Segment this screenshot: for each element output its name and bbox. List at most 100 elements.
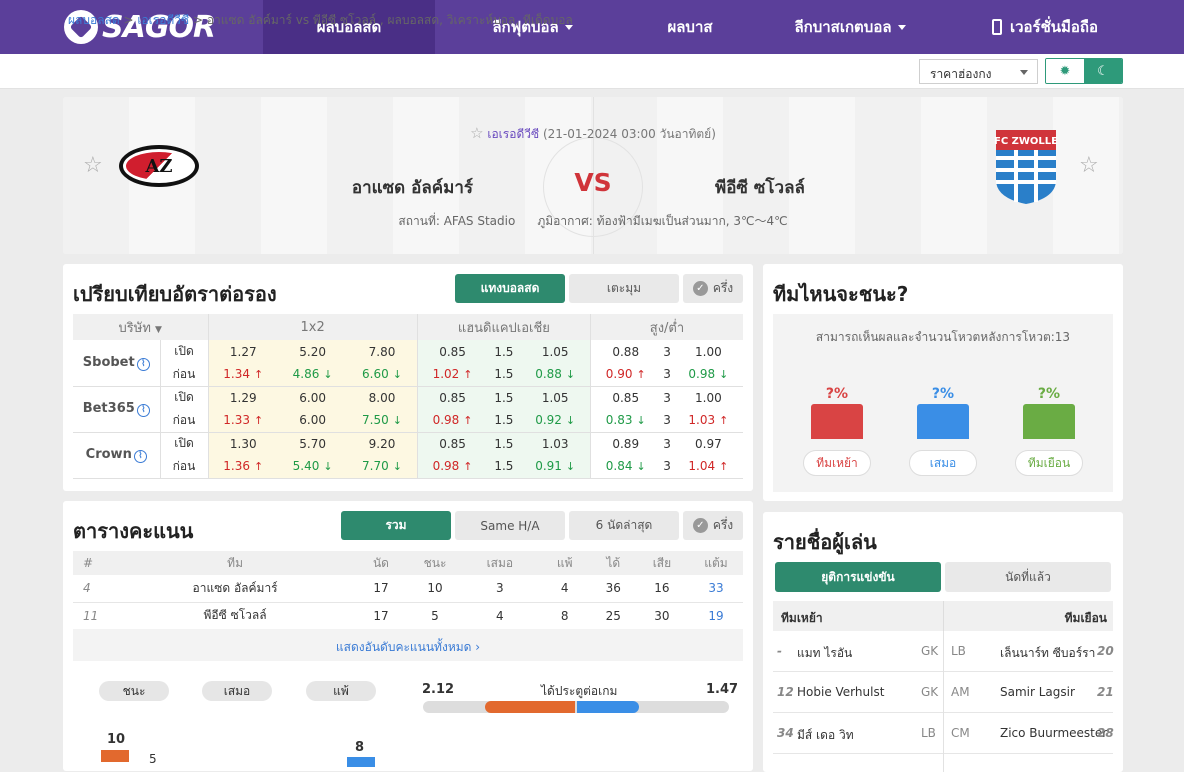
standings-cell: 30 (634, 602, 689, 630)
odds-cell[interactable]: 0.92 ↓ (520, 409, 591, 433)
odds-cell[interactable]: 1.30 (208, 432, 279, 455)
away-team-name[interactable]: พีอีซี ซโวลล์ (715, 174, 915, 201)
odds-cell[interactable]: 1.29 (208, 386, 279, 409)
odds-cell[interactable]: 1.27 (208, 340, 279, 363)
odds-cell[interactable]: 3 (661, 340, 674, 363)
sun-icon[interactable]: ✹ (1046, 59, 1084, 83)
trend-icon[interactable]: ⌇ (133, 450, 147, 463)
trend-icon[interactable]: ⌇ (136, 404, 150, 417)
odds-cell[interactable]: 7.50 ↓ (347, 409, 418, 433)
star-icon[interactable]: ☆ (470, 124, 483, 142)
odds-cell[interactable]: 1.34 ↑ (208, 363, 279, 387)
breadcrumb-home[interactable]: ผลบอลสด (68, 13, 120, 27)
odds-cell[interactable]: 1.00 (674, 386, 743, 409)
nav-mobile-version[interactable]: เวอร์ชั่นมือถือ (950, 0, 1140, 54)
player-name[interactable]: Samir Lagsir (1000, 685, 1075, 699)
odds-cell[interactable]: 1.05 (520, 340, 591, 363)
company-name[interactable]: Bet365 ⌇ (73, 386, 161, 433)
odds-cell[interactable]: 6.00 (278, 386, 348, 409)
odds-cell[interactable]: 3 (661, 386, 674, 409)
moon-icon[interactable]: ☾ (1084, 59, 1122, 83)
odds-cell[interactable]: 8.00 (347, 386, 418, 409)
odds-cell[interactable]: 0.97 (674, 432, 743, 455)
tab-last-match[interactable]: นัดที่แล้ว (945, 562, 1111, 592)
odds-cell[interactable]: 1.5 (487, 363, 521, 387)
odds-cell[interactable]: 7.80 (347, 340, 418, 363)
odds-format-select[interactable]: ราคาฮ่องกง (919, 59, 1038, 84)
odds-cell[interactable]: 7.70 ↓ (347, 455, 418, 479)
odds-cell[interactable]: 9.20 (347, 432, 418, 455)
company-header[interactable]: บริษัท ▼ (73, 314, 209, 340)
odds-cell[interactable]: 1.05 (520, 386, 591, 409)
player-name[interactable]: แมท ไรอัน (797, 644, 852, 663)
odds-cell[interactable]: 0.83 ↓ (590, 409, 661, 433)
player-name[interactable]: มีส์ เดอ วิท (797, 726, 854, 745)
odds-cell[interactable]: 1.5 (487, 340, 521, 363)
tab-match-ended[interactable]: ยุติการแข่งขัน (775, 562, 941, 592)
odds-cell[interactable]: 0.88 ↓ (520, 363, 591, 387)
odds-cell[interactable]: 5.20 (278, 340, 348, 363)
standings-row[interactable]: 11 พีอีซี ซโวลล์ 17 5 4 8 25 30 19 (73, 602, 743, 630)
odds-cell[interactable]: 1.5 (487, 432, 521, 455)
odds-cell[interactable]: 0.98 ↓ (673, 363, 743, 387)
team-name[interactable]: อาแซด อัลค์มาร์ (116, 575, 354, 603)
odds-cell[interactable]: 0.90 ↑ (590, 363, 661, 387)
company-name[interactable]: Sbobet ⌇ (73, 340, 161, 387)
odds-cell[interactable]: 0.85 (417, 432, 488, 455)
odds-cell[interactable]: 0.98 ↑ (417, 455, 488, 479)
player-name[interactable]: Hobie Verhulst (797, 685, 884, 699)
breadcrumb-league[interactable]: เอเรอดีวีซี (137, 13, 189, 27)
odds-cell[interactable]: 0.85 (590, 386, 660, 409)
odds-cell[interactable]: 0.85 (417, 340, 488, 363)
odds-cell[interactable]: 3 (660, 409, 674, 433)
tab-corners[interactable]: เตะมุม (569, 274, 679, 303)
odds-cell[interactable]: 1.04 ↑ (673, 455, 743, 479)
odds-cell[interactable]: 5.40 ↓ (278, 455, 348, 479)
theme-toggle[interactable]: ✹ ☾ (1045, 58, 1123, 84)
tab-overall[interactable]: รวม (341, 511, 451, 540)
tab-last-6[interactable]: 6 นัดล่าสุด (569, 511, 679, 540)
odds-cell[interactable]: 1.00 (674, 340, 743, 363)
odds-cell[interactable]: 1.5 (487, 386, 521, 409)
odds-cell[interactable]: 0.91 ↓ (520, 455, 591, 479)
player-name[interactable]: เล็นนาร์ท ซีบอร์รา (1000, 644, 1095, 663)
odds-cell[interactable]: 3 (660, 363, 674, 387)
odds-cell[interactable]: 0.85 (417, 386, 488, 409)
odds-cell[interactable]: 6.60 ↓ (347, 363, 418, 387)
league-link[interactable]: เอเรอดีวีซี (487, 127, 539, 141)
tab-same-ha[interactable]: Same H/A (455, 511, 565, 540)
odds-cell[interactable]: 1.03 ↑ (673, 409, 743, 433)
odds-cell[interactable]: 3 (660, 455, 674, 479)
home-team-name[interactable]: อาแซด อัลค์มาร์ (293, 174, 473, 201)
odds-cell[interactable]: 5.70 (278, 432, 348, 455)
odds-cell[interactable]: 0.84 ↓ (590, 455, 661, 479)
odds-cell[interactable]: 0.88 (590, 340, 660, 363)
odds-cell[interactable]: 1.33 ↑ (208, 409, 279, 433)
favorite-star-icon[interactable]: ☆ (83, 153, 103, 178)
company-name[interactable]: Crown ⌇ (73, 432, 161, 479)
odds-cell[interactable]: 1.03 (520, 432, 591, 455)
odds-cell[interactable]: 4.86 ↓ (278, 363, 348, 387)
vote-draw-button[interactable]: เสมอ (909, 450, 977, 476)
tab-live-betting[interactable]: แทงบอลสด (455, 274, 565, 303)
odds-cell[interactable]: 1.36 ↑ (208, 455, 279, 479)
team-name[interactable]: พีอีซี ซโวลล์ (116, 602, 354, 630)
odds-cell[interactable]: 6.00 (278, 409, 348, 433)
odds-cell[interactable]: 3 (661, 432, 674, 455)
odds-cell[interactable]: 1.5 (487, 409, 521, 433)
vote-away-button[interactable]: ทีมเยือน (1015, 450, 1083, 476)
tab-half[interactable]: ✓ ครึ่ง (683, 511, 743, 540)
odds-cell[interactable]: 0.89 (590, 432, 660, 455)
show-all-standings-link[interactable]: แสดงอันดับคะแนนทั้งหมด › (73, 629, 743, 661)
nav-basketball-results[interactable]: ผลบาส (630, 0, 750, 54)
standings-row[interactable]: 4 อาแซด อัลค์มาร์ 17 10 3 4 36 16 33 (73, 575, 743, 603)
vote-home-button[interactable]: ทีมเหย้า (803, 450, 871, 476)
nav-basketball-leagues[interactable]: ลีกบาสเกตบอล (750, 0, 950, 54)
trend-icon[interactable]: ⌇ (136, 357, 150, 371)
favorite-star-icon[interactable]: ☆ (1079, 153, 1099, 178)
odds-cell[interactable]: 1.5 (487, 455, 521, 479)
odds-cell[interactable]: 0.98 ↑ (417, 409, 488, 433)
odds-cell[interactable]: 1.02 ↑ (417, 363, 488, 387)
tab-half[interactable]: ✓ ครึ่ง (683, 274, 743, 303)
player-name[interactable]: Zico Buurmeester (1000, 726, 1107, 740)
